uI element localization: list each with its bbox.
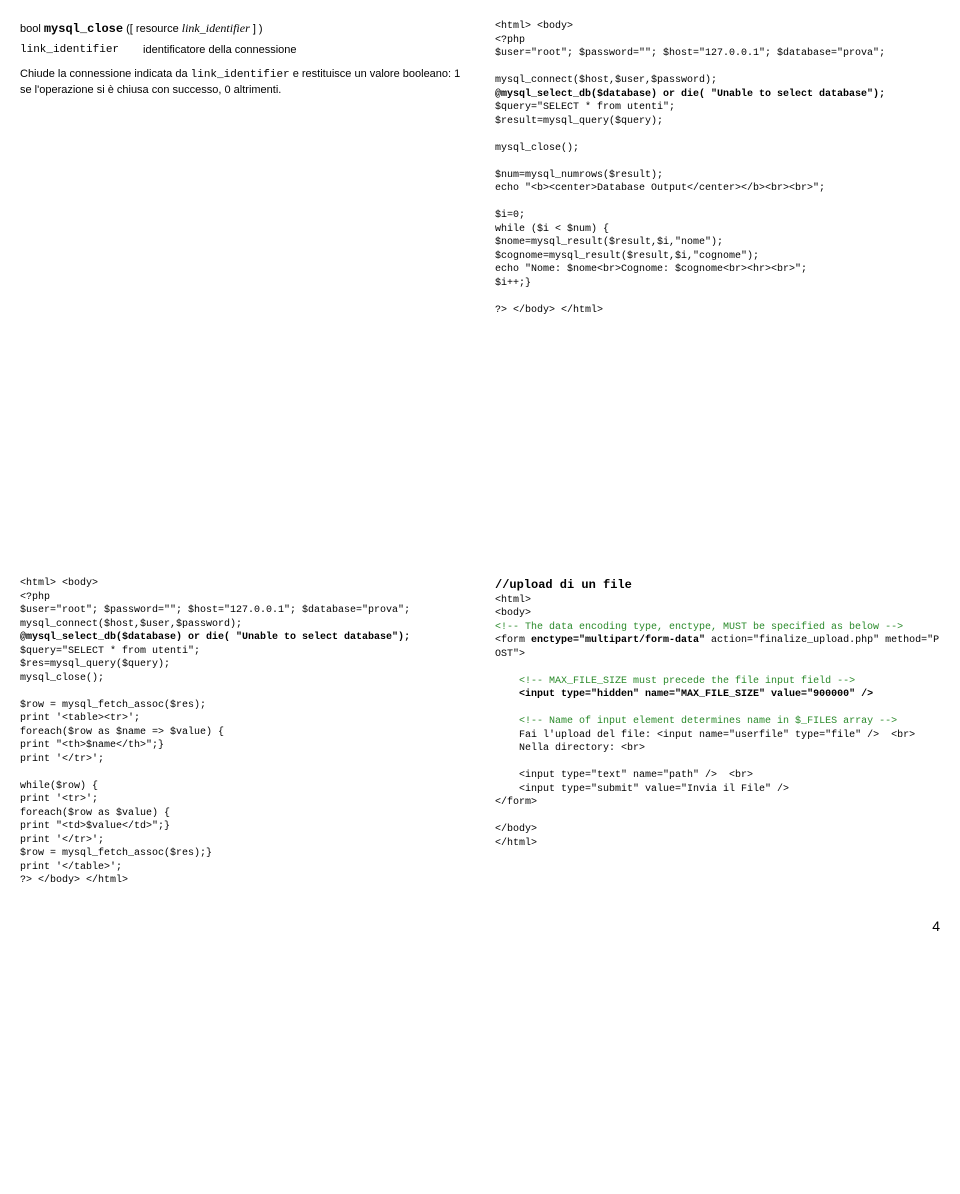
col-right-top: <html> <body> <?php $user="root"; $passw… [495,20,940,317]
code-r1-post: $query="SELECT * from utenti"; $result=m… [495,102,825,316]
col-left-bottom: <html> <body> <?php $user="root"; $passw… [20,577,465,888]
sig-prefix: bool [20,23,44,35]
code-l2-bold: @mysql_select_db($database) or die( "Una… [20,632,410,643]
r2-l1: <html> <body> [495,595,531,620]
page-number: 4 [20,918,940,934]
sig-close: ] ) [250,23,263,35]
r2-b2: <input type="hidden" name="MAX_FILE_SIZE… [519,689,873,700]
desc-a: Chiude la connessione indicata da [20,68,191,80]
r2-l4 [495,689,519,700]
desc-code: link_identifier [191,69,290,81]
code-l2-pre: <html> <body> <?php $user="root"; $passw… [20,578,410,630]
sig-arg: link_identifier [182,21,250,35]
row-bottom: <html> <body> <?php $user="root"; $passw… [20,577,940,888]
r2-c2: <!-- MAX_FILE_SIZE must precede the file… [519,676,855,687]
code-l2-post: $query="SELECT * from utenti"; $res=mysq… [20,646,224,887]
function-signature: bool mysql_close ([ resource link_identi… [20,20,465,37]
func-description: Chiude la connessione indicata da link_i… [20,67,465,98]
r2-l6: Fai l'upload del file: <input name="user… [495,730,915,849]
r2-c1: <!-- The data encoding type, enctype, MU… [495,622,903,633]
code-r1-pre: <html> <body> <?php $user="root"; $passw… [495,21,885,86]
param-row: link_identifier identificatore della con… [20,43,465,58]
code-r1-bold: @mysql_select_db($database) or die( "Una… [495,89,885,100]
r2-b1: enctype="multipart/form-data" [531,635,705,646]
col-left-top: bool mysql_close ([ resource link_identi… [20,20,465,317]
row-top: bool mysql_close ([ resource link_identi… [20,20,940,317]
r2-l2: <form [495,635,531,646]
sig-open: ([ resource [123,23,182,35]
upload-title: //upload di un file [495,578,632,592]
sig-func: mysql_close [44,22,123,36]
r2-c3: <!-- Name of input element determines na… [519,716,897,727]
r2-l5 [495,716,519,727]
param-desc: identificatore della connessione [143,43,297,58]
param-name: link_identifier [20,43,119,58]
col-right-bottom: //upload di un file <html> <body> <!-- T… [495,577,940,888]
